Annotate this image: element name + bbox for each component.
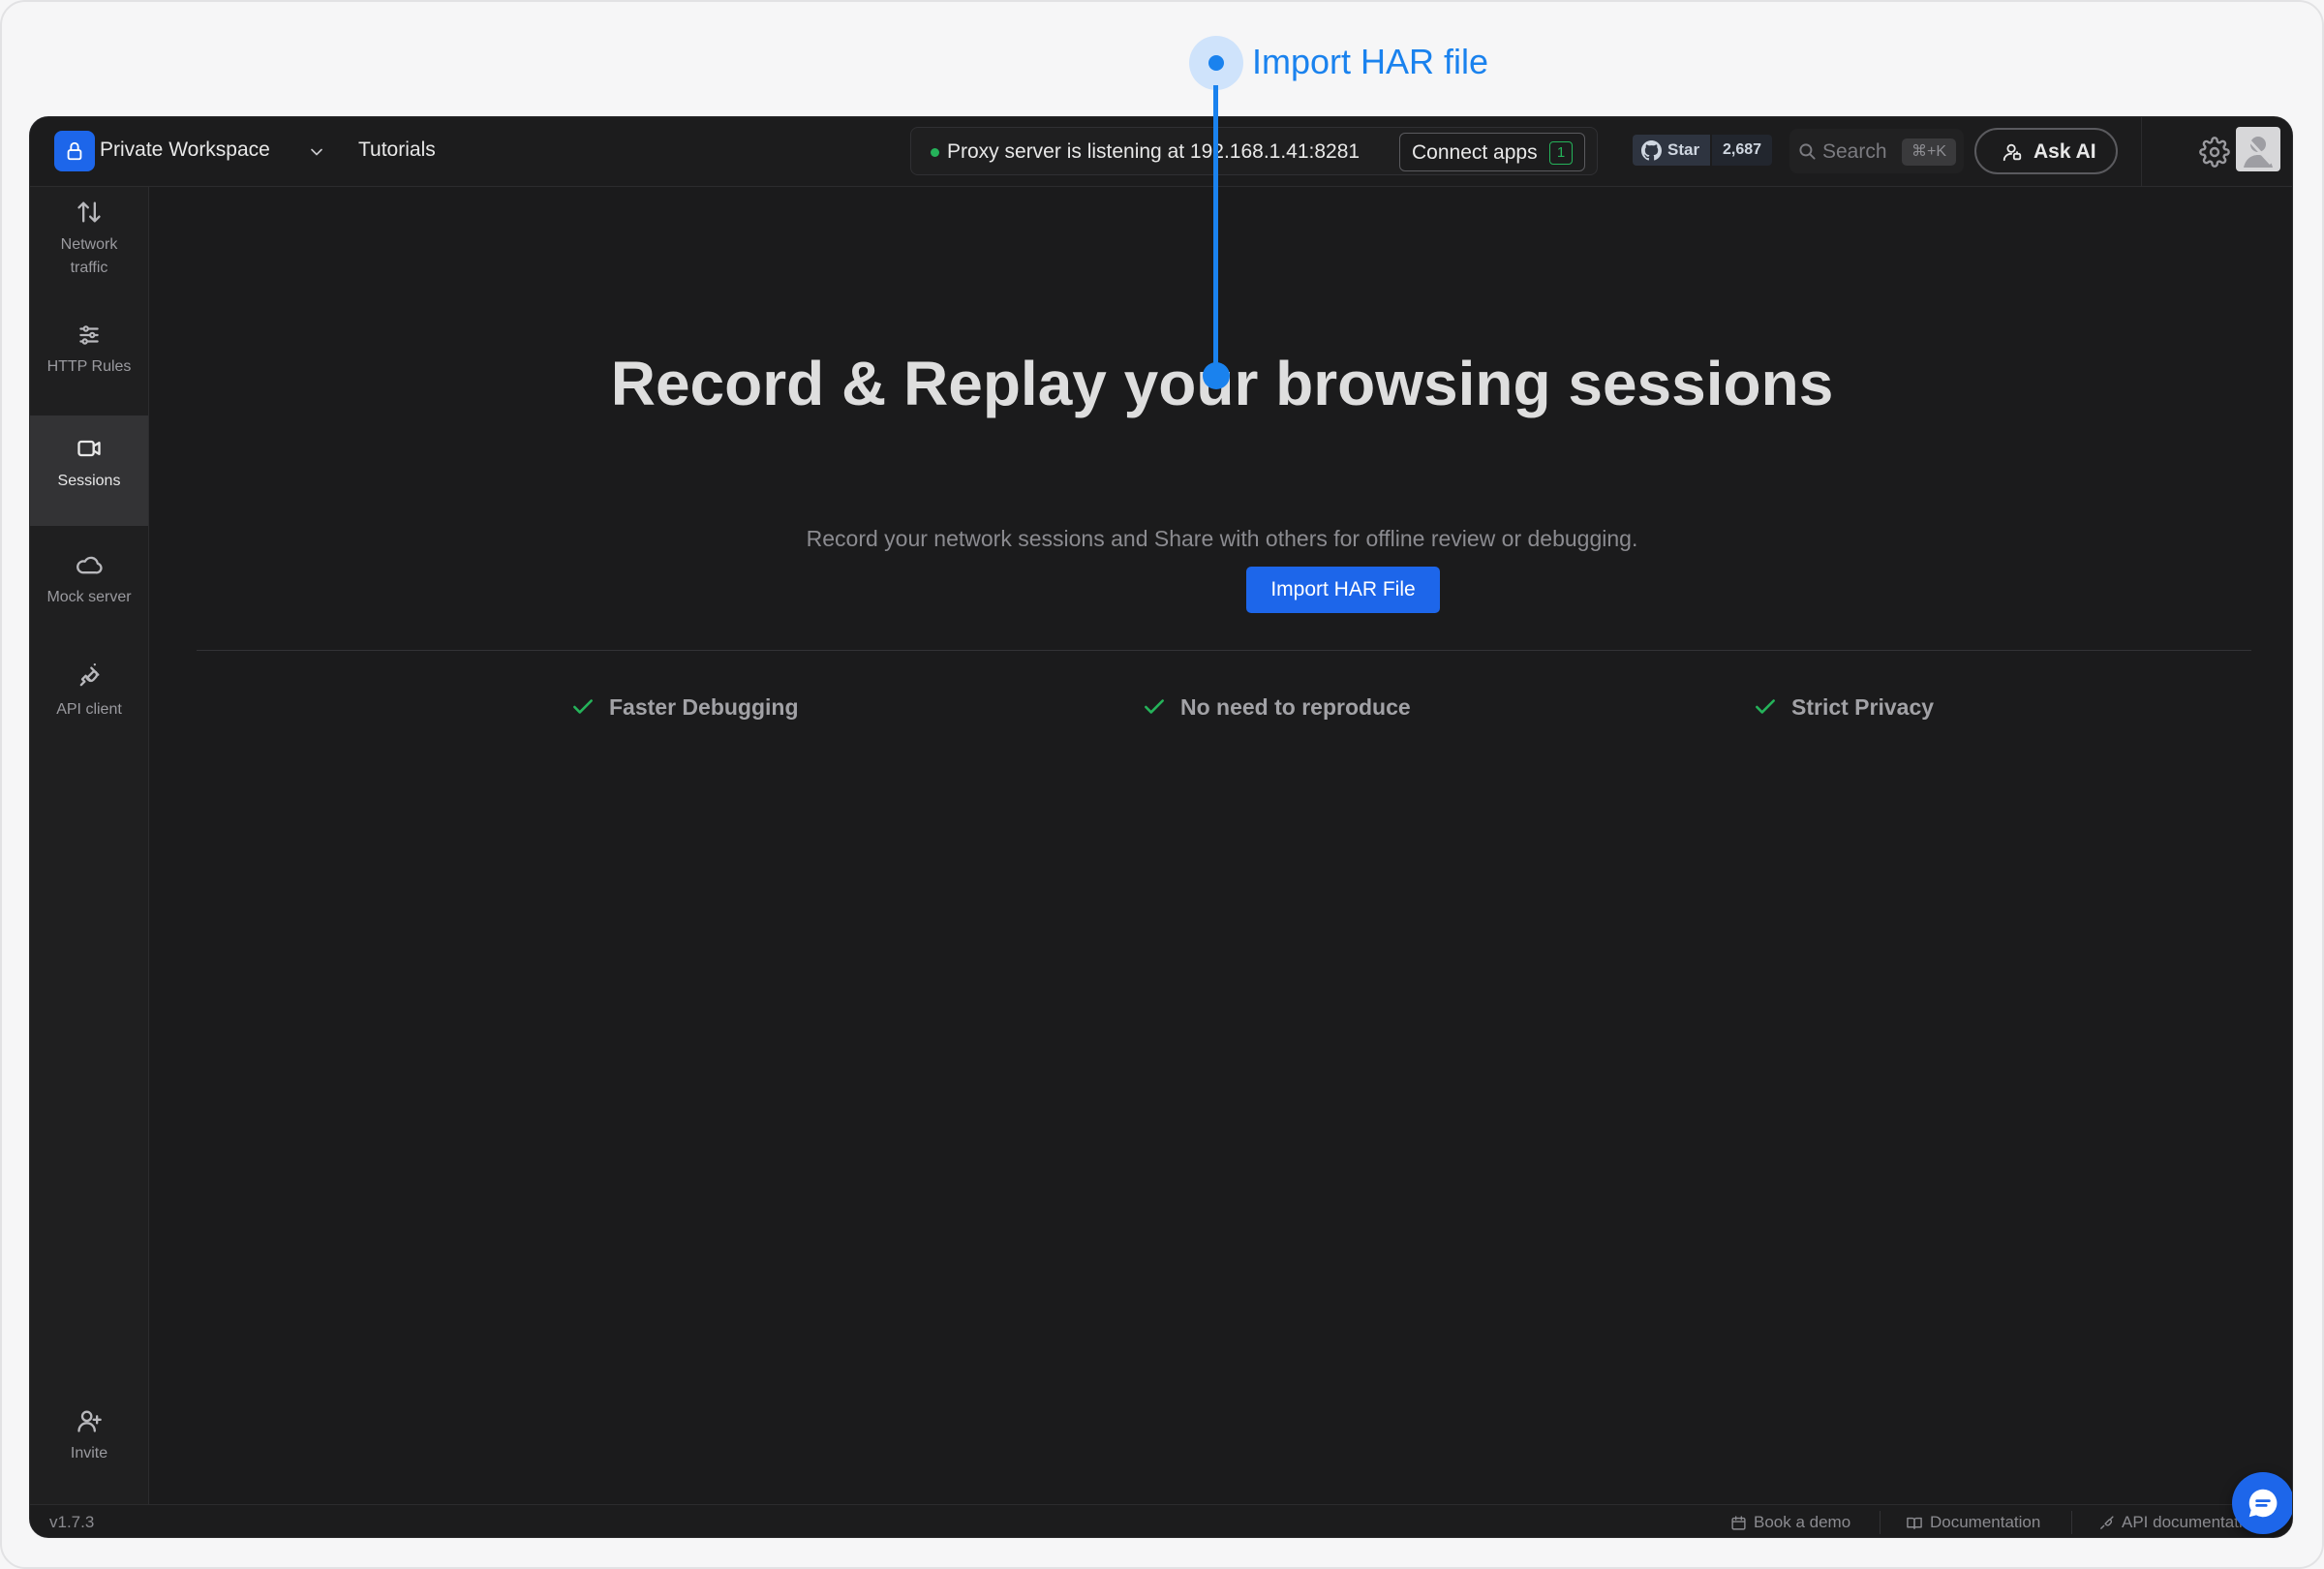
gear-icon[interactable] — [2199, 137, 2230, 168]
user-avatar-icon — [2244, 137, 2273, 168]
connect-apps-button[interactable]: Connect apps 1 — [1399, 133, 1585, 171]
sidebar-item-label: Mock server — [46, 589, 132, 605]
sidebar-item-api-client[interactable]: API client — [30, 663, 148, 741]
documentation-link[interactable]: Documentation — [1906, 1511, 2040, 1534]
callout-pointer — [1203, 362, 1230, 389]
callout-label: Import HAR file — [1252, 42, 1489, 81]
checkmark-icon — [1756, 699, 1775, 714]
app-version: v1.7.3 — [49, 1513, 95, 1531]
sidebar-item-label: Invite — [70, 1445, 108, 1461]
footer-link-label: Book a demo — [1754, 1513, 1851, 1531]
proxy-status-bar: Proxy server is listening at 192.168.1.4… — [910, 127, 1598, 175]
ai-assistant-icon — [2003, 143, 2022, 162]
ask-ai-button[interactable]: Ask AI — [1974, 128, 2118, 174]
footer-link-label: Documentation — [1930, 1513, 2041, 1531]
footer-divider — [1880, 1511, 1881, 1534]
video-camera-icon — [77, 440, 101, 457]
sidebar-item-label: HTTP Rules — [46, 358, 132, 375]
callout-marker-center — [1208, 55, 1224, 71]
lock-icon[interactable] — [54, 131, 95, 171]
connect-apps-count-badge: 1 — [1549, 141, 1573, 165]
feature-label: Faster Debugging — [609, 693, 799, 720]
tutorials-link[interactable]: Tutorials — [358, 138, 436, 162]
search-icon — [1799, 143, 1816, 160]
sidebar-item-label: Network traffic — [60, 236, 118, 276]
sidebar-item-sessions[interactable]: Sessions — [30, 415, 148, 526]
arrows-up-down-icon — [77, 201, 101, 223]
footer-divider — [2071, 1511, 2072, 1534]
github-star-count[interactable]: 2,687 — [1712, 135, 1772, 166]
sidebar-item-label: Sessions — [57, 473, 121, 489]
sidebar-item-invite[interactable]: Invite — [30, 1407, 148, 1485]
checkmark-icon — [1145, 699, 1164, 714]
feature-item: Faster Debugging — [570, 691, 799, 723]
topbar-divider — [2141, 117, 2142, 187]
page-subtitle: Record your network sessions and Share w… — [806, 526, 1638, 551]
sidebar-item-mock-server[interactable]: Mock server — [30, 551, 148, 629]
search-button[interactable]: Search ⌘+K — [1789, 129, 1964, 173]
cloud-icon — [76, 556, 103, 574]
feature-label: Strict Privacy — [1791, 693, 1935, 720]
feature-label: No need to reproduce — [1180, 693, 1411, 720]
status-dot-icon — [931, 148, 939, 157]
feature-item: No need to reproduce — [1142, 691, 1411, 723]
chat-support-button[interactable] — [2232, 1472, 2292, 1534]
book-demo-link[interactable]: Book a demo — [1730, 1511, 1850, 1534]
app-window: Private Workspace Tutorials Proxy server… — [29, 116, 2293, 1538]
callout-line — [1213, 85, 1218, 374]
github-star-label: Star — [1667, 140, 1700, 159]
sidebar-item-label: API client — [56, 701, 122, 718]
github-star-button[interactable]: Star — [1633, 135, 1710, 166]
import-har-file-button[interactable]: Import HAR File — [1246, 567, 1440, 613]
top-bar: Private Workspace Tutorials Proxy server… — [30, 117, 2292, 187]
checkmark-icon — [573, 699, 593, 714]
search-label: Search — [1822, 140, 1887, 163]
chat-bubble-icon — [2248, 1489, 2278, 1518]
sidebar-item-network-traffic[interactable]: Network traffic — [30, 199, 148, 305]
ask-ai-label: Ask AI — [2034, 140, 2096, 163]
status-footer: v1.7.3 Book a demo Documentation API doc… — [30, 1504, 2292, 1537]
proxy-status-text: Proxy server is listening at 192.168.1.4… — [947, 140, 1361, 163]
calendar-icon — [1731, 1515, 1746, 1530]
plug-icon — [2100, 1515, 2114, 1529]
plug-icon — [79, 663, 100, 687]
chevron-down-icon[interactable] — [307, 142, 326, 162]
workspace-name[interactable]: Private Workspace — [100, 138, 270, 162]
sliders-icon — [79, 325, 99, 345]
sidebar: Network traffic HTTP Rules Sessions Mock… — [30, 187, 149, 1504]
github-icon — [1641, 140, 1662, 161]
content-divider — [197, 650, 2251, 651]
connect-apps-label: Connect apps — [1412, 141, 1538, 164]
book-icon — [1907, 1517, 1922, 1529]
add-user-icon — [77, 1410, 102, 1432]
feature-item: Strict Privacy — [1753, 691, 1934, 723]
sidebar-item-http-rules[interactable]: HTTP Rules — [30, 323, 148, 400]
avatar[interactable] — [2236, 127, 2280, 171]
search-shortcut: ⌘+K — [1902, 138, 1956, 166]
